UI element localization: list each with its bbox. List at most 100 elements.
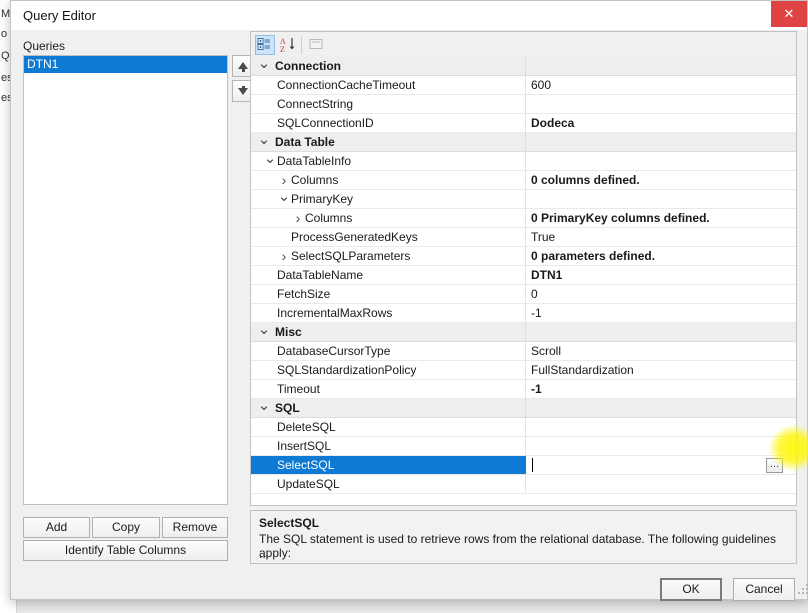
property-category-row[interactable]: Misc [251, 323, 796, 342]
arrow-up-stem [241, 67, 245, 72]
ok-button[interactable]: OK [660, 578, 722, 601]
categorized-view-icon[interactable] [255, 35, 275, 55]
property-row[interactable]: Timeout -1 [251, 380, 796, 399]
property-value[interactable]: Dodeca [525, 114, 796, 132]
property-name: IncrementalMaxRows [277, 306, 393, 320]
property-value[interactable] [525, 475, 796, 493]
property-value[interactable] [525, 437, 796, 455]
background-text-fragment: o [1, 28, 8, 40]
property-name: PrimaryKey [291, 192, 354, 206]
property-value[interactable] [525, 399, 796, 417]
property-name: DataTableName [277, 268, 364, 282]
property-name: Data Table [275, 135, 335, 149]
property-name: Misc [275, 325, 302, 339]
property-name: DataTableInfo [277, 154, 352, 168]
property-row[interactable]: Columns 0 columns defined. [251, 171, 796, 190]
property-row[interactable]: DeleteSQL [251, 418, 796, 437]
property-row[interactable]: FetchSize 0 [251, 285, 796, 304]
property-category-row[interactable]: SQL [251, 399, 796, 418]
property-grid-toolbar: A Z [251, 32, 796, 58]
cancel-button[interactable]: Cancel [733, 578, 795, 601]
identify-table-columns-button[interactable]: Identify Table Columns [23, 540, 228, 561]
description-title: SelectSQL [259, 516, 320, 530]
property-value[interactable]: 0 [525, 285, 796, 303]
property-value[interactable]: FullStandardization [525, 361, 796, 379]
queries-label: Queries [23, 39, 66, 53]
property-row[interactable]: PrimaryKey [251, 190, 796, 209]
property-row[interactable]: DataTableInfo [251, 152, 796, 171]
property-name: Connection [275, 59, 341, 73]
property-name: FetchSize [277, 287, 331, 301]
property-value[interactable]: DTN1 [525, 266, 796, 284]
property-pages-icon [307, 35, 327, 55]
property-grid-rows[interactable]: Connection ConnectionCacheTimeout600 Conne… [251, 57, 796, 505]
property-name: InsertSQL [277, 439, 332, 453]
property-value[interactable]: -1 [525, 380, 796, 398]
property-value[interactable]: 600 [525, 76, 796, 94]
description-line-2: ... [259, 547, 270, 561]
property-row[interactable]: SelectSQLParameters 0 parameters defined. [251, 247, 796, 266]
property-value[interactable]: 0 PrimaryKey columns defined. [525, 209, 796, 227]
property-value[interactable] [525, 57, 796, 75]
property-row[interactable]: IncrementalMaxRows -1 [251, 304, 796, 323]
queries-list[interactable]: DTN1 [23, 55, 228, 505]
property-value[interactable] [525, 190, 796, 208]
property-value[interactable]: 0 columns defined. [525, 171, 796, 189]
property-row[interactable]: ConnectString [251, 95, 796, 114]
property-row[interactable]: DatabaseCursorType Scroll [251, 342, 796, 361]
property-name: DatabaseCursorType [277, 344, 391, 358]
property-name: Timeout [277, 382, 320, 396]
property-name: UpdateSQL [277, 477, 340, 491]
property-value[interactable] [525, 323, 796, 341]
arrow-down-stem [241, 86, 245, 91]
property-name: ConnectString [277, 97, 354, 111]
property-category-row[interactable]: Connection [251, 57, 796, 76]
property-row[interactable]: SQLStandardizationPolicy FullStandardizat… [251, 361, 796, 380]
property-row[interactable]: ConnectionCacheTimeout 600 [251, 76, 796, 95]
property-value[interactable]: Scroll [525, 342, 796, 360]
property-row[interactable]: ProcessGeneratedKeys True [251, 228, 796, 247]
resize-grip-dot [802, 592, 804, 594]
property-value[interactable] [525, 418, 796, 436]
property-name: ProcessGeneratedKeys [291, 230, 418, 244]
property-name: Columns [291, 173, 339, 187]
add-button[interactable]: Add [23, 517, 90, 538]
property-value[interactable]: 0 parameters defined. [525, 247, 796, 265]
property-value[interactable]: … [525, 456, 796, 474]
remove-button[interactable]: Remove [162, 517, 228, 538]
property-value[interactable] [525, 133, 796, 151]
property-name: SelectSQLParameters [291, 249, 411, 263]
dialog-title: Query Editor [23, 8, 96, 23]
property-name: SQLStandardizationPolicy [277, 363, 417, 377]
property-row[interactable]: UpdateSQL [251, 475, 796, 494]
query-list-item[interactable]: DTN1 [24, 56, 227, 73]
close-icon: ✕ [783, 6, 795, 21]
resize-grip-dot [802, 588, 804, 590]
sort-alphabetical-icon[interactable]: A Z [278, 35, 298, 55]
property-row[interactable]: SQLConnectionID Dodeca [251, 114, 796, 133]
text-caret [532, 458, 533, 472]
property-value[interactable] [525, 152, 796, 170]
description-line-1: The SQL statement is used to retrieve ro… [259, 532, 776, 560]
copy-button[interactable]: Copy [92, 517, 160, 538]
close-button[interactable]: ✕ [771, 1, 807, 27]
property-row[interactable]: DataTableName DTN1 [251, 266, 796, 285]
property-name: Columns [305, 211, 353, 225]
property-grid-panel: A Z ConnectionConnectionCacheTimeout600C… [250, 31, 797, 506]
resize-grip-dot [798, 592, 800, 594]
property-row[interactable]: SelectSQL … [251, 456, 796, 475]
toolbar-separator [301, 36, 302, 54]
property-category-row[interactable]: Data Table [251, 133, 796, 152]
property-name: SQL [275, 401, 300, 415]
property-value[interactable]: -1 [525, 304, 796, 322]
description-pane: SelectSQL The SQL statement is used to r… [250, 510, 797, 564]
dialog-titlebar: Query Editor ✕ [11, 1, 807, 30]
property-name: SelectSQL [251, 456, 525, 474]
property-value[interactable] [525, 95, 796, 113]
property-name: DeleteSQL [277, 420, 336, 434]
property-row[interactable]: InsertSQL [251, 437, 796, 456]
property-value[interactable]: True [525, 228, 796, 246]
property-row[interactable]: Columns 0 PrimaryKey columns defined. [251, 209, 796, 228]
ellipsis-button[interactable]: … [766, 458, 783, 473]
resize-grip[interactable] [798, 584, 808, 596]
